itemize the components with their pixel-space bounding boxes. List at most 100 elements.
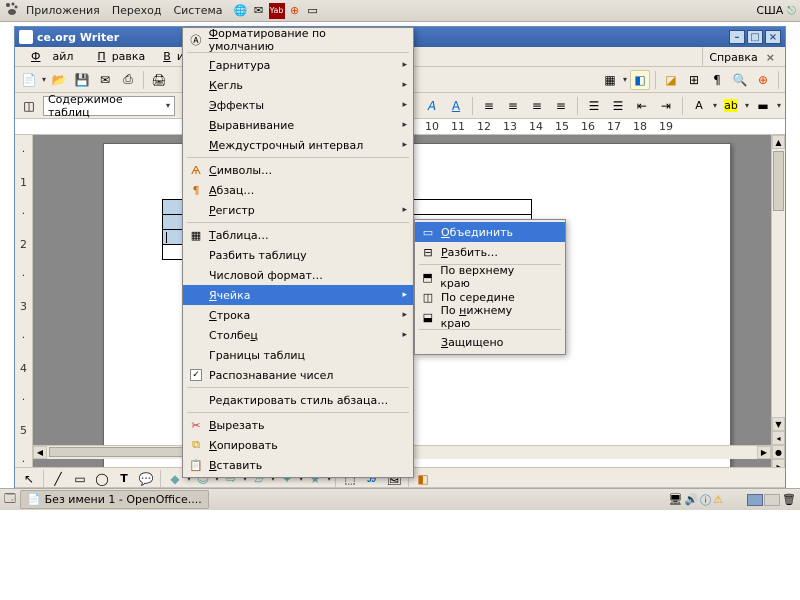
scroll-up-icon[interactable]: ▲ [772, 135, 785, 149]
warning-icon[interactable]: ⚠ [713, 493, 723, 506]
keyboard-indicator[interactable]: США [756, 4, 783, 17]
valign-top-icon: ⬒ [419, 269, 436, 285]
context-menu: ⒶФорматирование по умолчанию Гарнитура▸ … [182, 27, 414, 478]
display-icon[interactable]: 🖥 [668, 493, 682, 506]
maximize-button[interactable]: □ [747, 30, 763, 44]
gallery-icon[interactable]: ◪ [661, 70, 681, 90]
term-icon[interactable]: ▭ [305, 3, 321, 19]
select-icon[interactable]: ↖ [19, 469, 39, 489]
print-icon[interactable]: 🖨 [149, 70, 169, 90]
mi-character[interactable]: ѦСимволы… [183, 160, 413, 180]
menu-file[interactable]: Файл [19, 48, 85, 65]
table-grid-icon[interactable]: ▦ [600, 70, 620, 90]
mi-merge[interactable]: ▭Объединить [415, 222, 565, 242]
scroll-left-icon[interactable]: ◀ [33, 446, 47, 459]
styles-icon[interactable]: ◫ [19, 96, 39, 116]
line-icon[interactable]: ╱ [48, 469, 68, 489]
mail-doc-icon[interactable]: ✉ [95, 70, 115, 90]
rect-icon[interactable]: ▭ [70, 469, 90, 489]
pdf-icon[interactable]: ⎙ [118, 70, 138, 90]
fontcolor-icon[interactable]: A [689, 96, 709, 116]
mi-valign-bottom[interactable]: ⬓По нижнему краю [415, 307, 565, 327]
nav-target-icon[interactable]: ● [772, 445, 785, 459]
dict-icon[interactable]: Yab [269, 3, 285, 19]
system-menu[interactable]: Система [167, 2, 228, 19]
align-left-icon[interactable]: ≡ [479, 96, 499, 116]
scroll-right-icon[interactable]: ▶ [757, 446, 771, 459]
mi-cell[interactable]: Ячейка▸ [183, 285, 413, 305]
mail-icon[interactable]: ✉ [251, 3, 267, 19]
open-icon[interactable]: 📂 [49, 70, 69, 90]
mi-paragraph[interactable]: ¶Абзац… [183, 180, 413, 200]
text-icon[interactable]: T [114, 469, 134, 489]
mi-split-table[interactable]: Разбить таблицу [183, 245, 413, 265]
show-desktop-icon[interactable]: 🗔 [4, 490, 16, 509]
menu-help[interactable]: Справка [709, 51, 757, 64]
mi-tabledlg[interactable]: ▦Таблица… [183, 225, 413, 245]
vertical-scrollbar[interactable]: ▲ ▼ ◂ ● ▸ [771, 135, 785, 473]
mi-effects[interactable]: Эффекты▸ [183, 95, 413, 115]
apps-menu[interactable]: Приложения [20, 2, 106, 19]
mi-align[interactable]: Выравнивание▸ [183, 115, 413, 135]
align-center-icon[interactable]: ≡ [503, 96, 523, 116]
mi-split[interactable]: ⊟Разбить… [415, 242, 565, 262]
mi-numformat[interactable]: Числовой формат… [183, 265, 413, 285]
align-right-icon[interactable]: ≡ [527, 96, 547, 116]
indent-inc-icon[interactable]: ⇥ [656, 96, 676, 116]
taskbar-entry[interactable]: 📄 Без имени 1 - OpenOffice.... [20, 490, 209, 509]
mi-column[interactable]: Столбец▸ [183, 325, 413, 345]
zoom-icon[interactable]: 🔍 [730, 70, 750, 90]
cell-c1[interactable] [409, 200, 532, 215]
nonprint-icon[interactable]: ¶ [707, 70, 727, 90]
navigator-icon[interactable]: ◧ [630, 70, 650, 90]
bgcolor-icon[interactable]: ▬ [753, 96, 773, 116]
numlist-icon[interactable]: ☰ [584, 96, 604, 116]
italic-icon[interactable]: A [422, 96, 442, 116]
extrude-icon[interactable]: ◧ [413, 469, 433, 489]
browser-icon[interactable]: 🌐 [233, 3, 249, 19]
mi-numrecog[interactable]: ✓Распознавание чисел [183, 365, 413, 385]
trash-icon[interactable]: 🗑 [782, 493, 796, 506]
mi-font[interactable]: Гарнитура▸ [183, 55, 413, 75]
new-dropdown[interactable]: ▾ [42, 75, 46, 84]
mi-editstyle[interactable]: Редактировать стиль абзаца… [183, 390, 413, 410]
justify-icon[interactable]: ≡ [551, 96, 571, 116]
datasource-icon[interactable]: ⊞ [684, 70, 704, 90]
highlight-icon[interactable]: ab [721, 96, 741, 116]
mi-cut[interactable]: ✂Вырезать [183, 415, 413, 435]
mi-linespacing[interactable]: Междустрочный интервал▸ [183, 135, 413, 155]
mi-protect[interactable]: Защищено [415, 332, 565, 352]
mi-default-format[interactable]: ⒶФорматирование по умолчанию [183, 30, 413, 50]
chevron-right-icon: ▸ [402, 290, 407, 300]
mi-borders[interactable]: Границы таблиц [183, 345, 413, 365]
para-style-combo[interactable]: Содержимое таблиц ▾ [43, 96, 175, 116]
volume-icon[interactable]: 🔊 [684, 493, 698, 506]
scroll-thumb[interactable] [773, 151, 784, 211]
bullist-icon[interactable]: ☰ [608, 96, 628, 116]
callout-icon[interactable]: 💬 [136, 469, 156, 489]
mi-paste[interactable]: 📋Вставить [183, 455, 413, 475]
mi-copy[interactable]: ⧉Копировать [183, 435, 413, 455]
mi-size[interactable]: Кегль▸ [183, 75, 413, 95]
underline-icon[interactable]: A [446, 96, 466, 116]
menu-edit[interactable]: Правка [85, 48, 151, 65]
new-doc-icon[interactable]: 📄 [19, 70, 39, 90]
exit-icon[interactable]: ⎋ [787, 4, 796, 18]
mi-row[interactable]: Строка▸ [183, 305, 413, 325]
minimize-button[interactable]: – [729, 30, 745, 44]
mi-case[interactable]: Регистр▸ [183, 200, 413, 220]
ellipse-icon[interactable]: ◯ [92, 469, 112, 489]
help-icon[interactable]: ⊕ [287, 3, 303, 19]
info-icon[interactable]: ⓘ [700, 492, 711, 508]
mi-valign-top[interactable]: ⬒По верхнему краю [415, 267, 565, 287]
prev-page-icon[interactable]: ◂ [772, 431, 785, 445]
vertical-ruler[interactable]: ·1· 2·3 ·4· 5·6 [15, 135, 33, 473]
workspace-switcher[interactable] [747, 494, 780, 506]
indent-dec-icon[interactable]: ⇤ [632, 96, 652, 116]
save-icon[interactable]: 💾 [72, 70, 92, 90]
help2-icon[interactable]: ⊕ [753, 70, 773, 90]
scroll-down-icon[interactable]: ▼ [772, 417, 785, 431]
close-button[interactable]: × [765, 30, 781, 44]
doc-close-icon[interactable]: × [766, 51, 775, 64]
places-menu[interactable]: Переход [106, 2, 168, 19]
